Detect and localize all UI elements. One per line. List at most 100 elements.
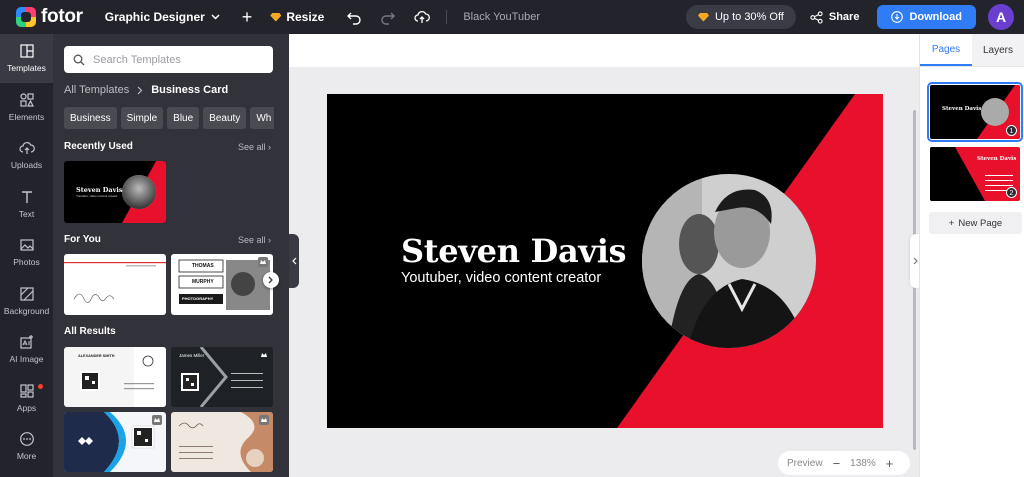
tab-pages[interactable]: Pages (920, 34, 972, 66)
section-for-you: For You (64, 234, 101, 245)
chevron-left-icon (291, 257, 296, 265)
rail-item-ai-image[interactable]: AI Image (0, 325, 53, 374)
page-number-badge: 1 (1006, 125, 1017, 136)
download-icon (891, 11, 904, 23)
rail-item-photos[interactable]: Photos (0, 228, 53, 277)
rail-label: Photos (13, 257, 40, 268)
zoom-in-button[interactable]: + (886, 456, 894, 471)
thumb-line: THOMAS (192, 263, 214, 269)
premium-gem-icon (270, 12, 282, 22)
chevron-right-icon (268, 276, 273, 284)
rail-item-more[interactable]: More (0, 422, 53, 471)
fotor-logo[interactable]: fotor (16, 0, 83, 34)
cloud-upload-icon (18, 142, 35, 155)
breadcrumb: All Templates Business Card (64, 84, 228, 96)
search-icon (73, 54, 85, 65)
elements-icon (19, 93, 34, 107)
premium-crown-icon (259, 415, 269, 425)
template-thumb-for-you-2[interactable]: THOMAS MURPHY PHOTOGRAPHY (171, 254, 273, 315)
undo-icon[interactable] (346, 9, 362, 25)
see-all-recent[interactable]: See all › (238, 142, 271, 152)
user-avatar[interactable]: A (988, 4, 1014, 30)
rail-label: AI Image (9, 354, 44, 365)
page-thumb-2[interactable]: Steven Davis 2 (930, 147, 1020, 201)
chip-blue[interactable]: Blue (167, 107, 200, 129)
premium-crown-icon (152, 415, 162, 425)
design-canvas[interactable]: Steven Davis Youtuber, video content cre… (327, 94, 883, 428)
rail-item-text[interactable]: Text (0, 180, 53, 229)
resize-button[interactable]: Resize (270, 10, 324, 24)
rail-label: Apps (16, 402, 37, 413)
mode-select[interactable]: Graphic Designer (105, 10, 220, 24)
ai-image-icon (19, 335, 33, 349)
notification-dot (38, 383, 43, 389)
rail-item-elements[interactable]: Elements (0, 83, 53, 132)
chip-white[interactable]: Wh (250, 107, 274, 129)
top-bar: fotor Graphic Designer + Resize Black Yo… (0, 0, 1024, 34)
category-chips: Business Simple Blue Beauty Wh (64, 107, 274, 129)
template-thumb-result-4[interactable] (171, 412, 273, 472)
thumb-title: James Miller (179, 353, 205, 358)
breadcrumb-root[interactable]: All Templates (64, 84, 129, 96)
thumb-line: MURPHY (192, 279, 214, 285)
chip-simple[interactable]: Simple (120, 107, 164, 129)
template-thumb-recent[interactable]: Steven Davis Youtuber, video content cre… (64, 161, 166, 223)
rail-item-apps[interactable]: Apps (0, 374, 53, 423)
breadcrumb-current: Business Card (151, 84, 229, 96)
collapse-panel-button[interactable] (289, 234, 299, 288)
rail-label: Text (18, 208, 35, 219)
resize-label: Resize (286, 10, 325, 24)
template-thumb-result-2[interactable]: James Miller (171, 347, 273, 407)
thumb-subtitle: Youtuber, video content creator (76, 194, 118, 198)
search-input[interactable] (93, 53, 253, 66)
share-icon (810, 10, 823, 24)
rail-label: Background (3, 305, 50, 316)
template-preview (64, 412, 155, 472)
templates-panel: All Templates Business Card Business Sim… (53, 34, 289, 477)
rail-label: Templates (7, 63, 46, 74)
template-thumb-for-you-1[interactable] (64, 254, 166, 315)
background-icon (19, 287, 34, 301)
premium-crown-icon (261, 353, 267, 357)
thumb-title: ALEXANDER SMITH (78, 354, 115, 358)
new-page-button[interactable]: + New Page (929, 212, 1022, 234)
zoom-bar: Preview − 138% + (778, 451, 910, 475)
see-all-for-you[interactable]: See all › (238, 235, 271, 245)
redo-icon[interactable] (380, 9, 396, 25)
rail-item-templates[interactable]: Templates (0, 34, 53, 83)
cloud-save-icon[interactable] (414, 9, 431, 25)
see-all-label: See all (237, 142, 266, 152)
document-title[interactable]: Black YouTuber (463, 11, 540, 23)
rail-item-background[interactable]: Background (0, 277, 53, 326)
canvas-header (289, 34, 919, 67)
chevron-down-icon (211, 14, 220, 20)
left-rail: Templates Elements Uploads Text Photos B… (0, 34, 53, 477)
search-box[interactable] (64, 46, 273, 73)
preview-button[interactable]: Preview (787, 458, 823, 469)
rail-label: Elements (8, 111, 45, 122)
carousel-next-button[interactable] (263, 272, 279, 288)
page-thumb-1[interactable]: Steven Davis 1 (927, 82, 1023, 142)
zoom-out-button[interactable]: − (833, 456, 841, 471)
add-icon[interactable]: + (242, 8, 253, 26)
thumb-line: PHOTOGRAPHY (182, 296, 214, 301)
share-button[interactable]: Share (810, 10, 860, 24)
page-thumb-title: Steven Davis (942, 106, 982, 112)
zoom-level[interactable]: 138% (850, 458, 876, 469)
promo-button[interactable]: Up to 30% Off (685, 5, 796, 29)
chip-business[interactable]: Business (64, 107, 117, 129)
template-thumb-result-3[interactable] (64, 412, 166, 472)
rail-item-uploads[interactable]: Uploads (0, 131, 53, 180)
download-button[interactable]: Download (877, 5, 976, 29)
chevron-right-icon (913, 257, 918, 265)
page-number-badge: 2 (1006, 187, 1017, 198)
share-label: Share (828, 11, 860, 23)
card-name-text[interactable]: Steven Davis (401, 232, 627, 270)
chip-beauty[interactable]: Beauty (203, 107, 247, 129)
template-thumb-result-1[interactable]: ALEXANDER SMITH (64, 347, 166, 407)
section-recently-used: Recently Used (64, 141, 133, 152)
card-role-text[interactable]: Youtuber, video content creator (401, 270, 601, 286)
right-panel-tabs: Pages Layers (920, 34, 1024, 67)
pages-panel: Pages Layers Steven Davis 1 Steven Davis… (919, 34, 1024, 477)
tab-layers[interactable]: Layers (972, 34, 1024, 66)
